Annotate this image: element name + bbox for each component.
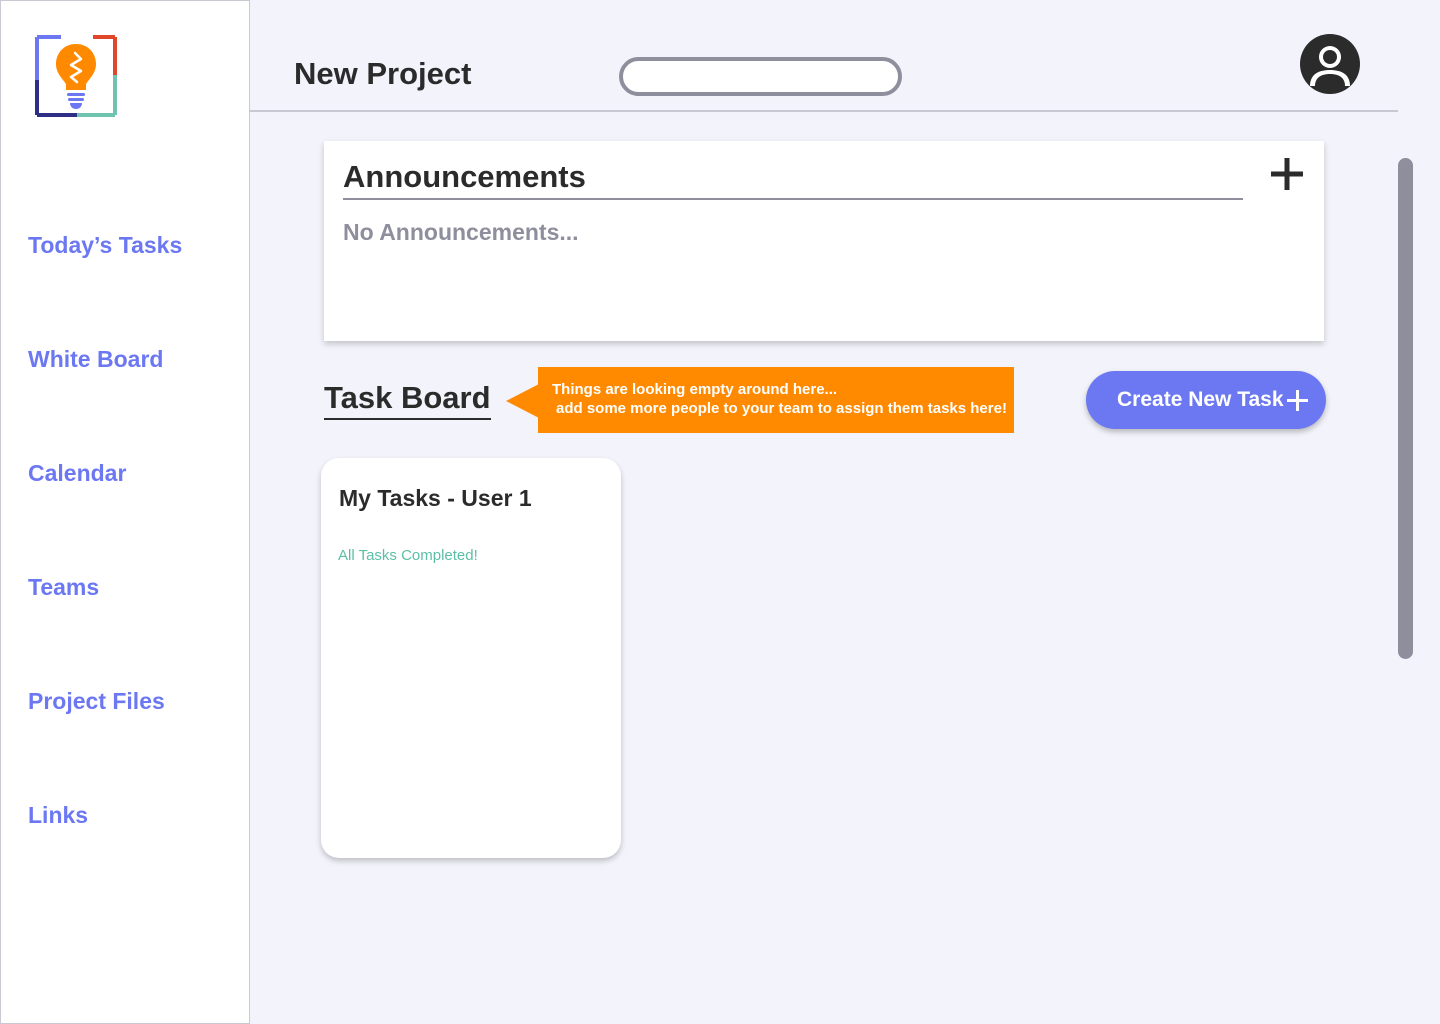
tooltip-line-1: Things are looking empty around here... — [552, 381, 838, 398]
announcements-empty-text: No Announcements... — [343, 219, 579, 245]
add-announcement-plus-icon[interactable] — [1268, 155, 1306, 193]
sidebar-item-teams[interactable]: Teams — [28, 574, 99, 601]
vertical-scrollbar[interactable] — [1398, 158, 1413, 659]
announcements-title: Announcements — [343, 159, 586, 194]
create-new-task-button[interactable]: Create New Task — [1086, 371, 1326, 429]
sidebar-item-links[interactable]: Links — [28, 802, 88, 829]
task-card[interactable]: My Tasks - User 1 All Tasks Completed! — [321, 458, 621, 858]
sidebar: Today’s Tasks White Board Calendar Teams… — [0, 0, 250, 1024]
sidebar-item-white-board[interactable]: White Board — [28, 346, 163, 373]
header-divider — [250, 110, 1398, 112]
lightbulb-logo-icon — [35, 35, 117, 117]
create-new-task-label: Create New Task — [1117, 388, 1284, 411]
sidebar-item-calendar[interactable]: Calendar — [28, 460, 126, 487]
search-input[interactable] — [619, 57, 902, 96]
task-board-title: Task Board — [324, 380, 491, 420]
plus-icon — [1287, 390, 1308, 411]
sidebar-item-todays-tasks[interactable]: Today’s Tasks — [28, 232, 182, 259]
tooltip-arrow — [506, 384, 539, 418]
sidebar-item-project-files[interactable]: Project Files — [28, 688, 165, 715]
page-title: New Project — [294, 56, 472, 91]
tooltip-line-2: add some more people to your team to ass… — [556, 400, 1007, 417]
tooltip-bubble: Things are looking empty around here... … — [538, 367, 1014, 433]
announcements-divider — [343, 198, 1243, 200]
task-card-title: My Tasks - User 1 — [339, 485, 532, 511]
task-card-status: All Tasks Completed! — [338, 547, 478, 564]
user-avatar-icon[interactable] — [1300, 34, 1360, 94]
announcements-card: Announcements No Announcements... — [324, 141, 1324, 341]
